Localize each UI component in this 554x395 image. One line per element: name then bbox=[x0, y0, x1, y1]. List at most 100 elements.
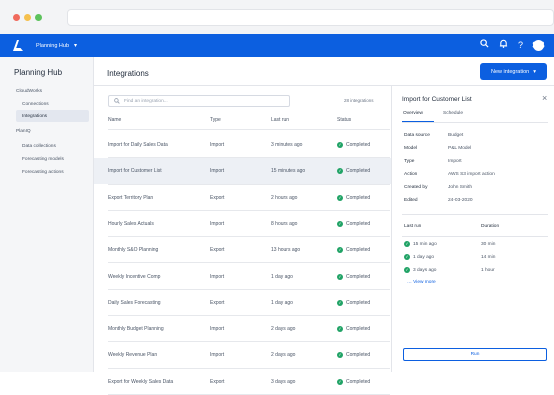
cell-type: Import bbox=[210, 142, 225, 148]
cell-name: Daily Sales Forecasting bbox=[108, 299, 161, 306]
tab-schedule[interactable]: Schedule bbox=[443, 111, 463, 116]
run-when: 3 days ago bbox=[413, 267, 437, 273]
run-history-row: ✓ 15 min ago bbox=[404, 241, 437, 247]
cell-last-run: 3 days ago bbox=[271, 378, 296, 385]
status-badge: ✓ Completed bbox=[337, 273, 371, 280]
column-header-last-run[interactable]: Last run bbox=[271, 117, 289, 123]
notifications-bell-icon[interactable] bbox=[499, 39, 508, 52]
status-text: Completed bbox=[346, 273, 371, 280]
sidebar-group-cloudworks: CloudWorks bbox=[16, 89, 43, 94]
cell-name: Export Territory Plan bbox=[108, 194, 154, 201]
table-row[interactable]: Import for Daily Sales Data Import 3 minut… bbox=[94, 132, 391, 159]
run-duration: 14 min bbox=[481, 255, 496, 260]
active-tab-indicator bbox=[402, 121, 434, 122]
cell-last-run: 2 days ago bbox=[271, 352, 296, 359]
table-row[interactable]: Weekly Incentive Comp Import 1 day ago ✓ Com… bbox=[94, 264, 391, 290]
app-logo-icon[interactable] bbox=[12, 39, 24, 52]
table-row[interactable]: Daily Sales Forecasting Export 1 day ago ✓ C… bbox=[94, 290, 391, 317]
check-circle-icon: ✓ bbox=[337, 299, 343, 306]
status-text: Completed bbox=[346, 299, 371, 306]
cell-type: Import bbox=[210, 168, 225, 175]
table-row[interactable]: Weekly Revenue Plan Import 2 days ago ✓ Comp… bbox=[94, 342, 391, 369]
cell-last-run: 1 day ago bbox=[271, 273, 293, 280]
close-window-dot[interactable] bbox=[13, 14, 20, 21]
chevron-down-icon: ▾ bbox=[74, 43, 78, 49]
section-divider bbox=[402, 214, 548, 215]
status-text: Completed bbox=[346, 326, 371, 333]
cell-type: Import bbox=[210, 326, 225, 333]
status-text: Completed bbox=[346, 142, 371, 148]
cell-last-run: 13 hours ago bbox=[271, 247, 301, 254]
details-panel: Import for Customer List × Overview Sche… bbox=[391, 86, 554, 372]
check-circle-icon: ✓ bbox=[337, 273, 343, 280]
status-badge: ✓ Completed bbox=[337, 168, 370, 175]
cell-type: Export bbox=[210, 247, 225, 254]
column-header-status[interactable]: Status bbox=[337, 117, 351, 123]
run-when: 15 min ago bbox=[413, 241, 437, 247]
user-avatar[interactable]: SB bbox=[532, 40, 545, 51]
close-icon[interactable]: × bbox=[542, 93, 547, 103]
cell-last-run: 2 hours ago bbox=[271, 194, 298, 201]
cell-name: Weekly Revenue Plan bbox=[108, 352, 158, 359]
check-circle-icon: ✓ bbox=[404, 241, 410, 247]
tabs-divider bbox=[402, 122, 548, 123]
status-badge: ✓ Completed bbox=[337, 194, 370, 201]
check-circle-icon: ✓ bbox=[337, 378, 343, 385]
minimize-window-dot[interactable] bbox=[24, 14, 31, 21]
sidebar: Planning Hub CloudWorks Connections Inte… bbox=[0, 57, 94, 372]
run-history-row: ✓ 3 days ago bbox=[404, 267, 436, 273]
section-divider bbox=[402, 236, 548, 237]
table-row[interactable]: Monthly Budget Planning Import 2 days ago ✓… bbox=[94, 316, 391, 343]
table-row[interactable]: Export Territory Plan Export 2 hours ago ✓ C… bbox=[94, 185, 391, 211]
duration-header: Duration bbox=[481, 224, 500, 229]
field-label: Created by bbox=[404, 185, 428, 190]
integration-count: 28 integrations bbox=[344, 98, 374, 103]
cell-type: Export bbox=[210, 299, 225, 306]
cell-name: Export for Weekly Sales Data bbox=[108, 378, 174, 385]
search-input[interactable]: Find an integration... bbox=[108, 95, 290, 107]
table-row[interactable]: Monthly S&O Planning Export 13 hours ago ✓ C… bbox=[94, 237, 391, 264]
cell-name: Monthly S&O Planning bbox=[108, 247, 159, 254]
view-more-link[interactable]: … View more bbox=[407, 280, 436, 285]
new-integration-button[interactable]: New integration ▾ bbox=[480, 63, 547, 80]
last-run-header: Last run bbox=[404, 224, 422, 229]
chevron-down-icon: ▾ bbox=[533, 68, 536, 75]
top-nav-actions: ? SB bbox=[480, 39, 545, 52]
field-label: Data source bbox=[404, 133, 430, 138]
run-button[interactable]: Run bbox=[403, 348, 547, 361]
table-row[interactable]: Hourly Sales Actuals Import 8 hours ago ✓ Co… bbox=[94, 211, 391, 238]
table-row[interactable]: Export for Weekly Sales Data Export 3 days… bbox=[94, 369, 391, 395]
check-circle-icon: ✓ bbox=[337, 168, 343, 175]
field-label: Model bbox=[404, 146, 418, 151]
tab-overview[interactable]: Overview bbox=[403, 111, 423, 116]
status-text: Completed bbox=[346, 378, 371, 385]
column-header-type[interactable]: Type bbox=[210, 117, 221, 123]
search-placeholder: Find an integration... bbox=[124, 98, 168, 104]
field-value: AWS S3 import action bbox=[448, 172, 495, 177]
status-badge: ✓ Completed bbox=[337, 352, 371, 359]
field-value: P&L Model bbox=[448, 146, 472, 151]
cell-type: Export bbox=[210, 194, 225, 201]
run-duration: 1 hour bbox=[481, 268, 495, 273]
sidebar-item-forecasting-models[interactable]: Forecasting models bbox=[16, 153, 89, 165]
table-row[interactable]: Import for Customer List Import 15 minutes… bbox=[94, 158, 391, 185]
sidebar-item-integrations[interactable]: Integrations bbox=[16, 110, 89, 122]
status-badge: ✓ Completed bbox=[337, 247, 370, 254]
search-icon[interactable] bbox=[480, 39, 489, 52]
help-icon[interactable]: ? bbox=[518, 39, 523, 52]
field-label: Type bbox=[404, 159, 415, 164]
view-more-label: View more bbox=[413, 280, 436, 285]
status-text: Completed bbox=[346, 352, 371, 359]
column-header-name[interactable]: Name bbox=[108, 117, 121, 123]
sidebar-item-forecasting-actions[interactable]: Forecasting actions bbox=[16, 166, 89, 178]
cell-last-run: 3 minutes ago bbox=[271, 142, 303, 148]
cell-type: Import bbox=[210, 273, 225, 280]
cell-last-run: 1 day ago bbox=[271, 299, 293, 306]
hub-switcher[interactable]: Planning Hub ▾ bbox=[36, 40, 77, 51]
sidebar-item-data-collections[interactable]: Data collections bbox=[16, 140, 89, 152]
maximize-window-dot[interactable] bbox=[35, 14, 42, 21]
address-bar[interactable] bbox=[67, 9, 554, 26]
field-value: John Smith bbox=[448, 185, 472, 190]
check-circle-icon: ✓ bbox=[337, 352, 343, 359]
sidebar-item-connections[interactable]: Connections bbox=[16, 98, 89, 110]
